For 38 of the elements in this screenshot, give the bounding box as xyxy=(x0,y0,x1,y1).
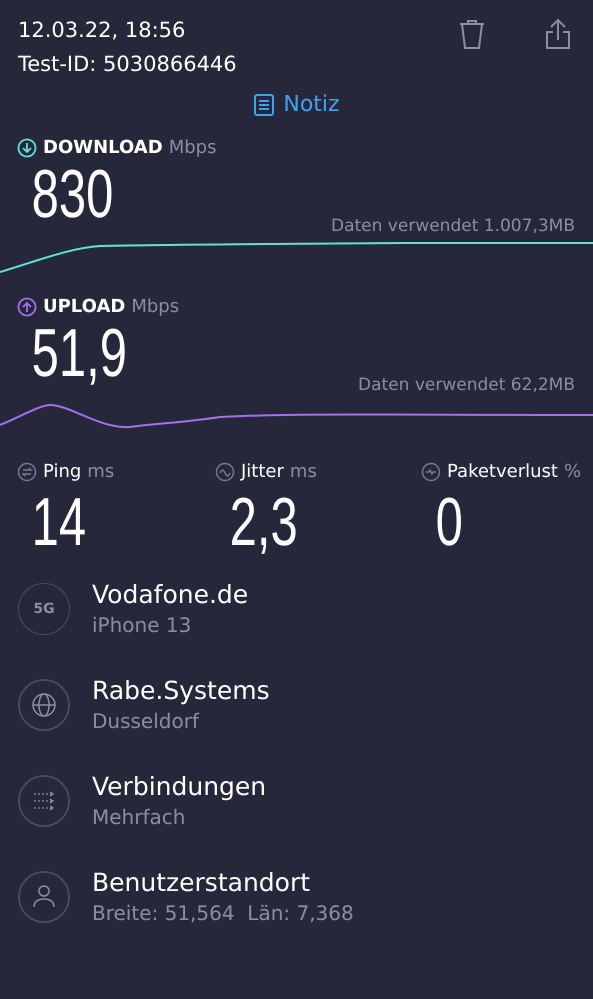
info-title: Benutzerstandort xyxy=(92,868,312,898)
info-title: Rabe.Systems xyxy=(92,676,270,706)
info-subtitle: Breite: 51,564 Län: 7,368 xyxy=(92,900,354,926)
wave-icon xyxy=(215,462,235,482)
metric-value: 2,3 xyxy=(228,486,298,558)
speed-value: 830 xyxy=(30,158,114,230)
share-icon[interactable] xyxy=(545,18,571,50)
speed-unit: Mbps xyxy=(131,296,180,317)
network-type-badge: 5G xyxy=(18,583,70,635)
metric-label: Ping xyxy=(43,461,82,482)
info-title: Vodafone.de xyxy=(92,580,248,610)
metric-label: Paketverlust xyxy=(447,461,558,482)
speed-label: UPLOAD xyxy=(43,296,126,317)
pulse-icon xyxy=(421,462,441,482)
metric-label: Jitter xyxy=(241,461,284,482)
user-icon xyxy=(18,871,70,923)
metric-unit: ms xyxy=(290,461,317,482)
speed-label: DOWNLOAD xyxy=(43,137,163,158)
info-subtitle: Dusseldorf xyxy=(92,708,200,734)
metric-value: 0 xyxy=(434,486,463,558)
note-link[interactable]: Notiz xyxy=(253,92,340,117)
metric-unit: % xyxy=(564,461,582,482)
globe-icon xyxy=(18,679,70,731)
info-title: Verbindungen xyxy=(92,772,266,802)
metric-value: 14 xyxy=(30,486,86,558)
note-icon xyxy=(253,92,276,116)
speed-value: 51,9 xyxy=(30,317,127,389)
info-subtitle: Mehrfach xyxy=(92,804,186,830)
test-date: 12.03.22, 18:56 xyxy=(18,17,186,44)
ping-icon xyxy=(17,462,37,482)
metric-unit: ms xyxy=(87,461,114,482)
info-subtitle: iPhone 13 xyxy=(92,612,192,638)
trash-icon[interactable] xyxy=(457,18,487,50)
speed-unit: Mbps xyxy=(168,137,216,158)
data-used: Daten verwendet 1.007,3MB xyxy=(330,216,576,236)
data-used: Daten verwendet 62,2MB xyxy=(357,375,576,395)
connections-icon xyxy=(18,775,70,827)
test-id: Test-ID: 5030866446 xyxy=(18,51,238,78)
